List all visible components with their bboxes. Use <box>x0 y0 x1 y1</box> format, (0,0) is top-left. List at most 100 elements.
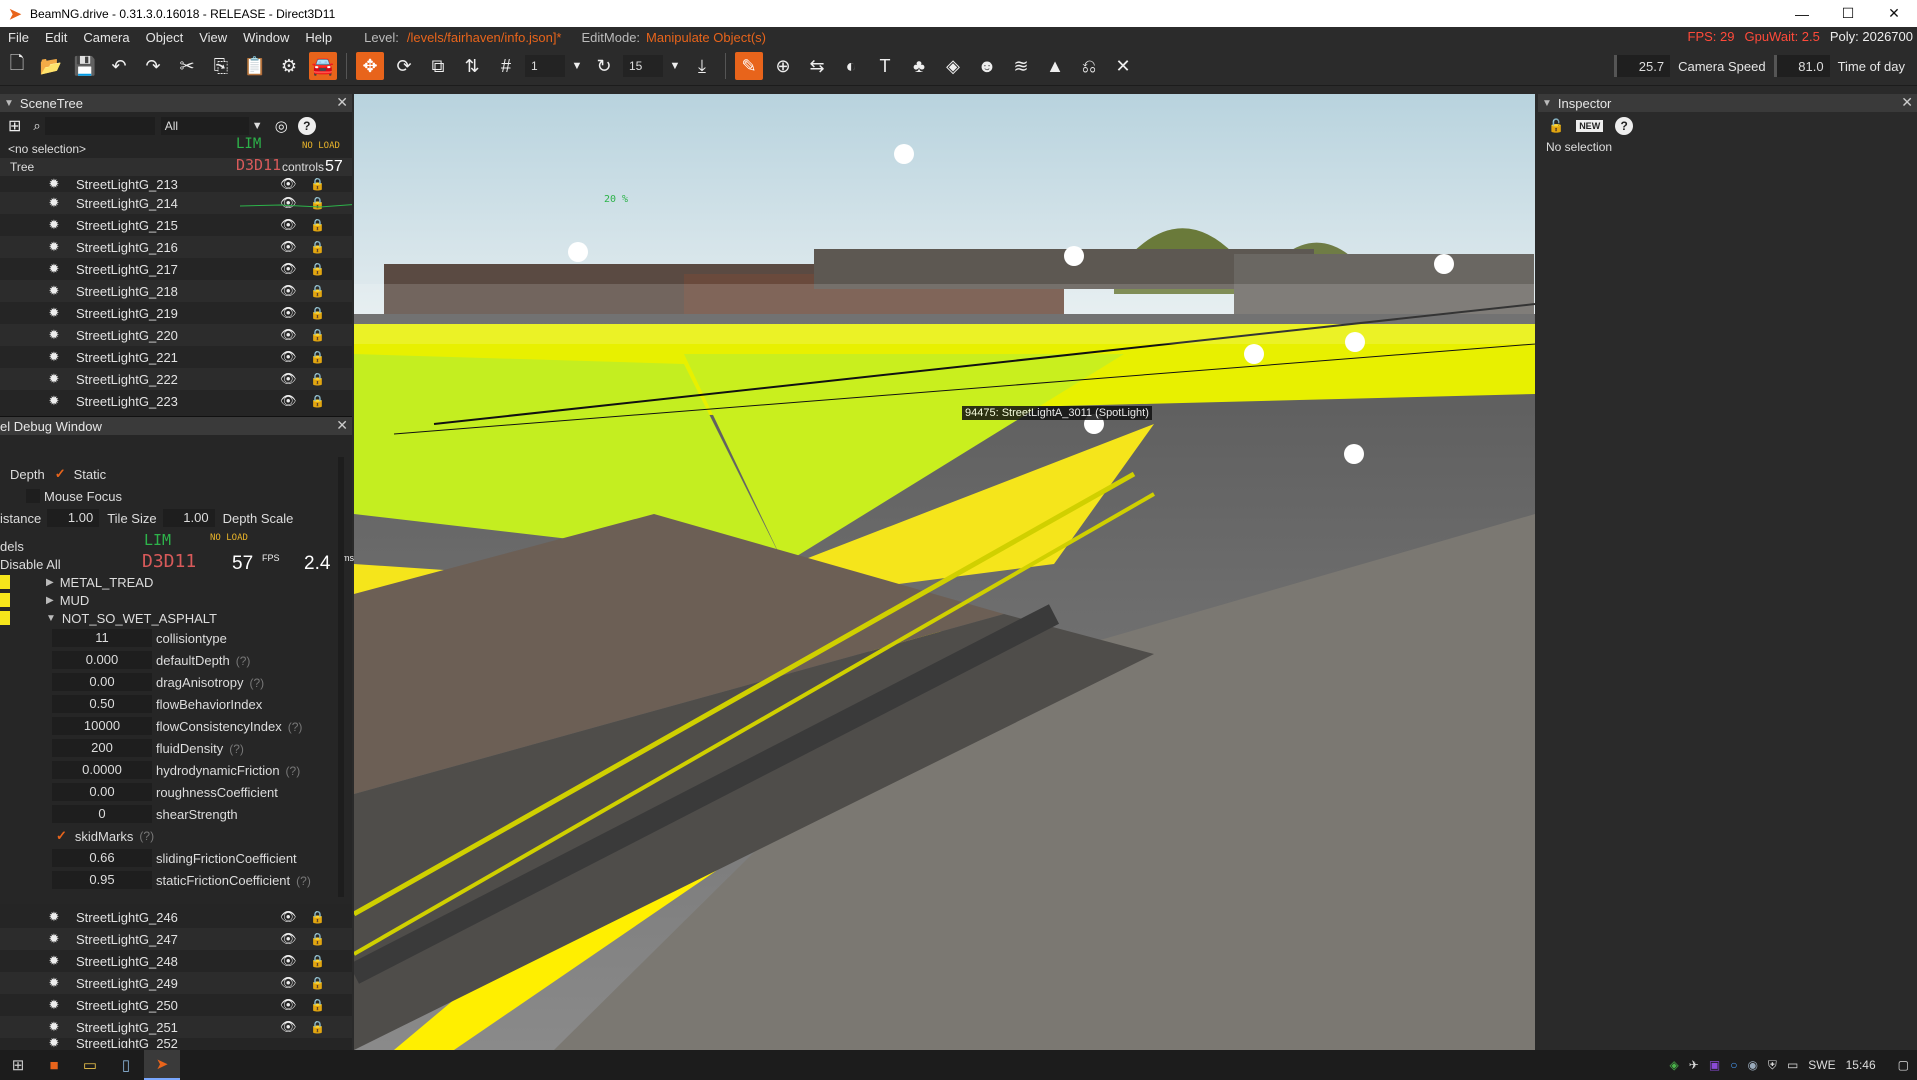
river-icon[interactable]: ≋ <box>1007 52 1035 80</box>
scale-gizmo-icon[interactable]: ⧉ <box>424 52 452 80</box>
distance-input[interactable]: 1.00 <box>47 509 100 527</box>
list-item[interactable]: ✹ StreetLightG_223 👁 🔒 <box>0 390 352 410</box>
prop-value[interactable]: 10000 <box>52 717 152 735</box>
menu-camera[interactable]: Camera <box>75 30 137 45</box>
list-item[interactable]: ✹ StreetLightG_221 👁 🔒 <box>0 346 352 368</box>
lock-icon[interactable]: 🔒 <box>310 218 325 232</box>
terrain-painter-icon[interactable]: ◐ <box>837 52 865 80</box>
prop-value[interactable]: 11 <box>52 629 152 647</box>
list-item[interactable]: ✹ StreetLightG_249 👁 🔒 <box>0 972 352 994</box>
steam-icon[interactable]: ◉ <box>1747 1058 1757 1072</box>
visibility-eye-icon[interactable]: 👁 <box>280 327 297 343</box>
debug-window-header[interactable]: el Debug Window ✕ <box>0 417 352 435</box>
expand-icon[interactable]: ▶ <box>46 577 54 588</box>
forest-icon[interactable]: ♣ <box>905 52 933 80</box>
search-input[interactable] <box>44 117 155 135</box>
list-item[interactable]: ✹ StreetLightG_215 👁 🔒 <box>0 214 352 236</box>
beamng-taskbar-icon[interactable]: ➤ <box>144 1050 180 1080</box>
scrollbar[interactable] <box>338 457 344 897</box>
undo-icon[interactable]: ↶ <box>105 52 133 80</box>
list-item[interactable]: ✹ StreetLightG_222 👁 🔒 <box>0 368 352 390</box>
close-icon[interactable]: ✕ <box>336 417 348 434</box>
translate-gizmo-icon[interactable]: ✥ <box>356 52 384 80</box>
prop-row[interactable]: 0.00 roughnessCoefficient <box>0 781 352 803</box>
radar-icon[interactable]: ◎ <box>275 117 288 135</box>
prop-row[interactable]: 0 shearStrength <box>0 803 352 825</box>
mesh-road-icon[interactable]: ◈ <box>939 52 967 80</box>
menu-file[interactable]: File <box>0 30 37 45</box>
dropdown-arrow-icon[interactable]: ▼ <box>570 52 584 80</box>
scenetree-header[interactable]: ▼ SceneTree ✕ <box>0 94 352 112</box>
prop-value[interactable]: 0.50 <box>52 695 152 713</box>
open-folder-icon[interactable]: 📂 <box>37 52 65 80</box>
minimize-button[interactable]: — <box>1779 0 1825 27</box>
lock-icon[interactable]: 🔒 <box>310 932 325 946</box>
new-icon[interactable]: NEW <box>1576 120 1604 132</box>
battery-icon[interactable]: ▭ <box>1787 1058 1798 1072</box>
language-indicator[interactable]: SWE <box>1808 1058 1835 1072</box>
expand-icon[interactable]: ▶ <box>46 595 54 606</box>
decal-road-icon[interactable]: ▲ <box>1041 52 1069 80</box>
pencil-edit-icon[interactable]: ✎ <box>735 52 763 80</box>
close-icon[interactable]: ✕ <box>1901 94 1913 111</box>
skidmarks-checkbox[interactable]: ✓ <box>56 828 67 844</box>
list-item[interactable]: ✹ StreetLightG_214 👁 🔒 <box>0 192 352 214</box>
lock-icon[interactable]: 🔒 <box>310 284 325 298</box>
prop-value[interactable]: 200 <box>52 739 152 757</box>
skidmarks-row[interactable]: ✓ skidMarks (?) <box>0 825 352 847</box>
redo-icon[interactable]: ↷ <box>139 52 167 80</box>
collapse-icon[interactable]: ▼ <box>1542 98 1552 109</box>
lock-icon[interactable]: 🔒 <box>310 954 325 968</box>
lock-icon[interactable]: 🔒 <box>310 350 325 364</box>
windows-start-icon[interactable]: ⊞ <box>0 1050 36 1080</box>
visibility-eye-icon[interactable]: 👁 <box>280 975 297 991</box>
collapse-icon[interactable]: ▼ <box>46 613 56 624</box>
visibility-eye-icon[interactable]: 👁 <box>280 997 297 1013</box>
settings-gear-icon[interactable]: ⚙ <box>275 52 303 80</box>
visibility-eye-icon[interactable]: 👁 <box>280 909 297 925</box>
notification-icon[interactable]: ▢ <box>1898 1058 1909 1072</box>
lock-icon[interactable]: 🔒 <box>310 1020 325 1034</box>
road-editor-icon[interactable]: ⇆ <box>803 52 831 80</box>
close-button[interactable]: ✕ <box>1871 0 1917 27</box>
menu-object[interactable]: Object <box>138 30 192 45</box>
list-item[interactable]: ✹ StreetLightG_219 👁 🔒 <box>0 302 352 324</box>
visibility-eye-icon[interactable]: 👁 <box>280 349 297 365</box>
prop-value[interactable]: 0.95 <box>52 871 152 889</box>
visibility-eye-icon[interactable]: 👁 <box>280 1019 297 1035</box>
menu-help[interactable]: Help <box>297 30 340 45</box>
dropdown-arrow-icon[interactable]: ▼ <box>668 52 682 80</box>
visibility-eye-icon[interactable]: 👁 <box>280 176 297 192</box>
lock-icon[interactable]: 🔒 <box>310 998 325 1012</box>
static-checkbox[interactable]: ✓ <box>55 466 66 482</box>
prop-row[interactable]: 10000 flowConsistencyIndex (?) <box>0 715 352 737</box>
search-icon[interactable]: ⌕ <box>33 118 40 134</box>
clock[interactable]: 15:46 <box>1846 1058 1876 1072</box>
world-space-icon[interactable]: ⇅ <box>458 52 486 80</box>
notepad-icon[interactable]: ▯ <box>108 1050 144 1080</box>
snap-to-terrain-icon[interactable]: ⤓ <box>688 52 716 80</box>
group-row[interactable]: ▶ MUD <box>0 591 352 609</box>
visibility-eye-icon[interactable]: 👁 <box>280 261 297 277</box>
prop-value[interactable]: 0.66 <box>52 849 152 867</box>
file-explorer-icon[interactable]: ▭ <box>72 1050 108 1080</box>
tile-size-input[interactable]: 1.00 <box>162 509 215 527</box>
network-icon[interactable]: ◈ <box>1670 1058 1679 1072</box>
visibility-eye-icon[interactable]: 👁 <box>280 239 297 255</box>
lock-icon[interactable]: 🔒 <box>310 372 325 386</box>
list-item[interactable]: ✹ StreetLightG_250 👁 🔒 <box>0 994 352 1016</box>
app-orange-icon[interactable]: ■ <box>36 1050 72 1080</box>
new-file-icon[interactable]: 🗋 <box>3 52 31 80</box>
sketch-icon[interactable]: ⎌ <box>1075 52 1103 80</box>
visibility-eye-icon[interactable]: 👁 <box>280 217 297 233</box>
filter-select[interactable]: All ▼ <box>160 117 263 135</box>
prop-value[interactable]: 0.0000 <box>52 761 152 779</box>
group-row[interactable]: ▶ METAL_TREAD <box>0 573 352 591</box>
lock-icon[interactable]: 🔒 <box>310 240 325 254</box>
menu-window[interactable]: Window <box>235 30 297 45</box>
vehicle-icon[interactable]: 🚘 <box>309 52 337 80</box>
lock-icon[interactable]: 🔒 <box>310 976 325 990</box>
lock-icon[interactable]: 🔓 <box>1548 118 1564 134</box>
tray-app-icon[interactable]: ○ <box>1730 1058 1737 1072</box>
menu-view[interactable]: View <box>191 30 235 45</box>
